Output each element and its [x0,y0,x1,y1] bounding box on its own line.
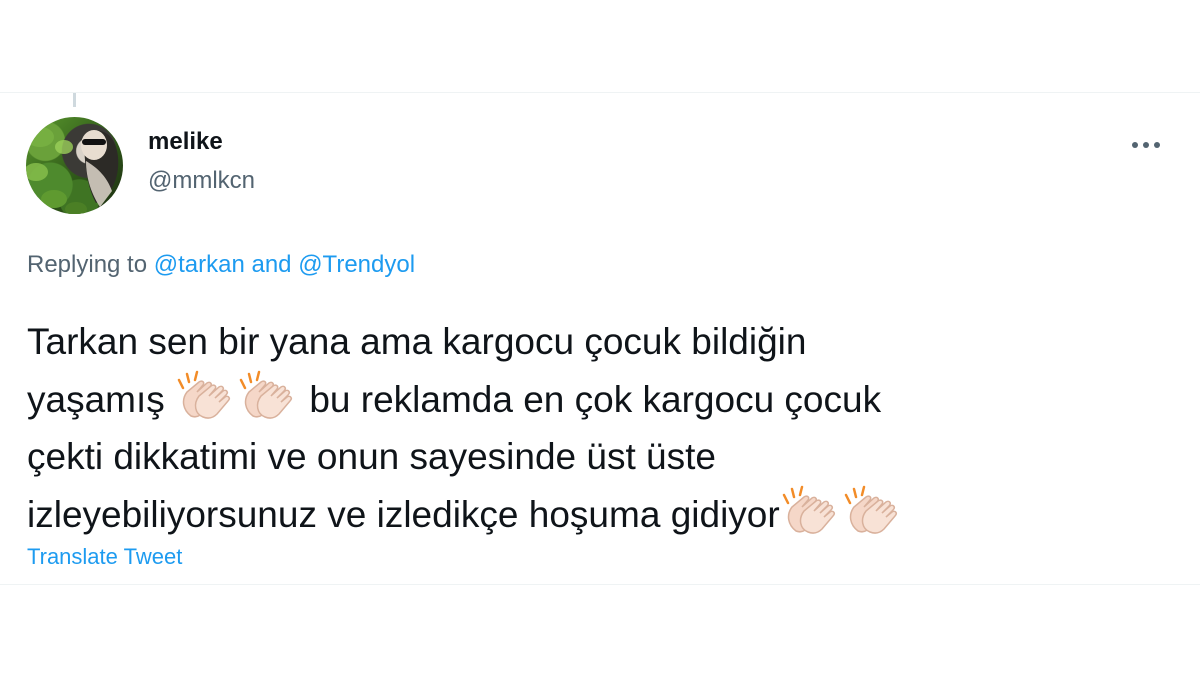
tweet-text-line-4-text: izleyebiliyorsunuz ve izledikçe hoşuma g… [27,494,780,535]
clapping-hands-icon [239,370,297,422]
tweet-text-line-1: Tarkan sen bir yana ama kargocu çocuk bi… [27,321,807,362]
tweet-text: Tarkan sen bir yana ama kargocu çocuk bi… [27,313,1127,543]
reply-context: Replying to @tarkan and @Trendyol [27,250,415,280]
tweet-text-line-2-start: yaşamış [27,379,165,420]
author-handle[interactable]: @mmlkcn [148,165,255,197]
clapping-hands-icon [844,485,902,537]
tweet-text-line-3: çekti dikkatimi ve onun sayesinde üst üs… [27,436,716,477]
tweet-text-line-2: yaşamış bu reklamda en çok kargocu çocuk [27,370,1127,428]
reply-context-prefix: Replying to [27,251,154,278]
clapping-hands-icon [782,485,840,537]
author-display-name[interactable]: melike [148,126,255,158]
clapping-hands-icon [177,370,235,422]
author-block[interactable]: melike @mmlkcn [148,126,255,197]
tweet-text-line-2-end: bu reklamda en çok kargocu çocuk [309,379,882,420]
thread-connector-line [73,93,76,107]
more-options-button[interactable] [1128,133,1164,157]
translate-tweet-link[interactable]: Translate Tweet [27,543,182,571]
avatar[interactable] [26,117,123,214]
reply-context-mentions[interactable]: @tarkan and @Trendyol [154,251,415,278]
tweet-card[interactable]: melike @mmlkcn Replying to @tarkan and @… [0,92,1200,585]
more-horizontal-icon [1132,142,1160,148]
tweet-text-line-4: izleyebiliyorsunuz ve izledikçe hoşuma g… [27,485,1127,543]
